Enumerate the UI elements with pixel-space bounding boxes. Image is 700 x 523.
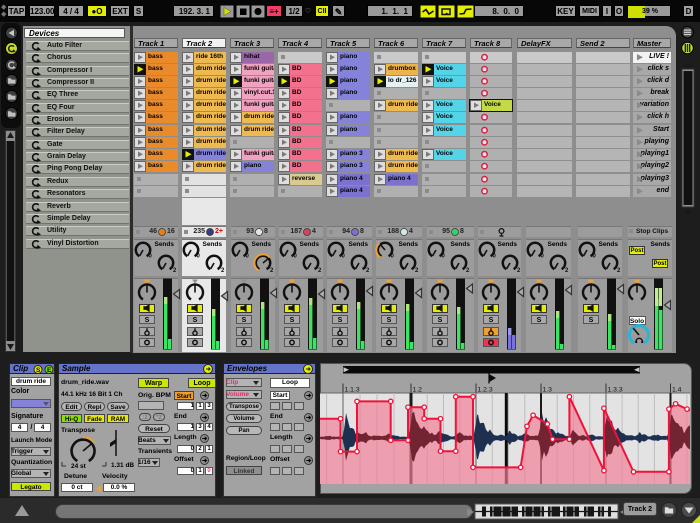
svg-text:1.2: 1.2 bbox=[413, 387, 423, 394]
svg-text:1.3.3: 1.3.3 bbox=[608, 387, 623, 394]
svg-text:1.2.3: 1.2.3 bbox=[478, 387, 493, 394]
svg-text:1.3: 1.3 bbox=[543, 387, 553, 394]
svg-text:1.4: 1.4 bbox=[672, 387, 682, 394]
svg-text:1.1.3: 1.1.3 bbox=[345, 387, 360, 394]
